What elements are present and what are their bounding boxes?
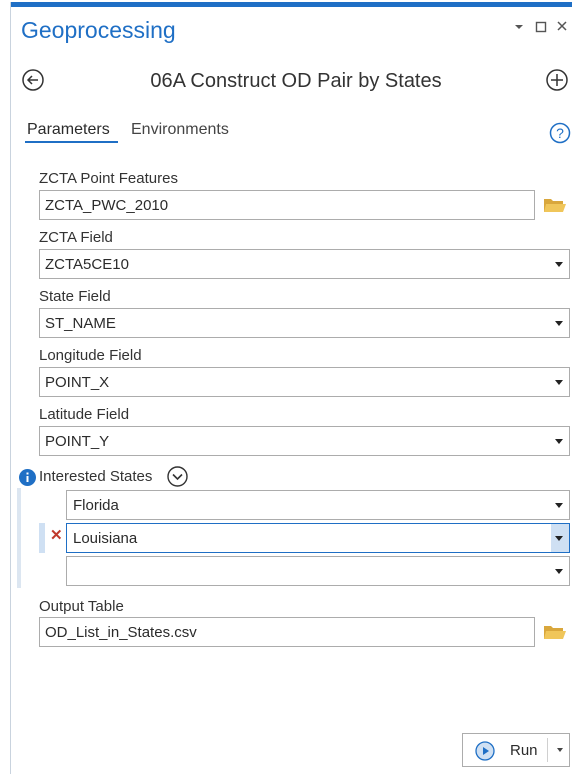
dropdown-caret-icon bbox=[555, 503, 563, 508]
dropdown-caret-icon bbox=[555, 321, 563, 326]
longitude-field-select[interactable]: POINT_X bbox=[39, 367, 570, 397]
latitude-field-value: POINT_Y bbox=[45, 433, 110, 450]
svg-text:?: ? bbox=[556, 125, 564, 141]
longitude-field-value: POINT_X bbox=[45, 374, 110, 391]
chevron-down-icon[interactable] bbox=[514, 19, 524, 35]
interested-state-row[interactable]: Florida bbox=[66, 490, 570, 520]
multivalue-group-bar bbox=[17, 488, 21, 588]
latitude-field-label: Latitude Field bbox=[39, 406, 130, 423]
dropdown-button[interactable] bbox=[551, 524, 569, 552]
zcta-field-label: ZCTA Field bbox=[39, 229, 113, 246]
interested-state-row-empty[interactable] bbox=[66, 556, 570, 586]
longitude-field-label: Longitude Field bbox=[39, 347, 142, 364]
run-label: Run bbox=[510, 742, 538, 759]
latitude-field-select[interactable]: POINT_Y bbox=[39, 426, 570, 456]
active-tab-indicator bbox=[25, 141, 118, 143]
dropdown-button[interactable] bbox=[551, 491, 569, 519]
row-selection-indicator bbox=[39, 523, 45, 553]
state-field-select[interactable]: ST_NAME bbox=[39, 308, 570, 338]
dropdown-caret-icon bbox=[555, 536, 563, 541]
state-field-label: State Field bbox=[39, 288, 111, 305]
remove-icon[interactable]: ✕ bbox=[50, 526, 63, 544]
pane-title: Geoprocessing bbox=[21, 17, 176, 43]
interested-state-value: Florida bbox=[73, 497, 119, 514]
state-field-value: ST_NAME bbox=[45, 315, 116, 332]
output-table-value: OD_List_in_States.csv bbox=[45, 624, 197, 641]
close-icon[interactable] bbox=[556, 19, 568, 35]
back-arrow-icon[interactable] bbox=[21, 68, 45, 92]
tab-environments[interactable]: Environments bbox=[131, 121, 229, 139]
zcta-field-value: ZCTA5CE10 bbox=[45, 256, 129, 273]
tool-title: 06A Construct OD Pair by States bbox=[150, 70, 442, 92]
folder-icon[interactable] bbox=[543, 622, 567, 642]
pane-left-edge bbox=[10, 2, 11, 774]
interested-states-label: Interested States bbox=[39, 468, 153, 485]
output-table-label: Output Table bbox=[39, 598, 124, 615]
dropdown-caret-icon bbox=[555, 380, 563, 385]
dropdown-button[interactable] bbox=[551, 557, 569, 585]
dropdown-caret-icon bbox=[555, 569, 563, 574]
run-options-chevron-icon[interactable] bbox=[557, 748, 563, 752]
plus-circle-icon[interactable] bbox=[545, 68, 569, 92]
info-icon[interactable] bbox=[19, 469, 36, 486]
pane-top-accent bbox=[10, 2, 572, 7]
zcta-point-features-input[interactable]: ZCTA_PWC_2010 bbox=[39, 190, 535, 220]
collapse-chevron-icon[interactable] bbox=[167, 466, 188, 487]
help-icon[interactable]: ? bbox=[549, 122, 571, 144]
dropdown-caret-icon bbox=[555, 439, 563, 444]
run-divider bbox=[547, 738, 548, 762]
play-icon bbox=[475, 741, 495, 761]
dropdown-caret-icon bbox=[555, 262, 563, 267]
output-table-input[interactable]: OD_List_in_States.csv bbox=[39, 617, 535, 647]
interested-state-row[interactable]: Louisiana bbox=[66, 523, 570, 553]
restore-icon[interactable] bbox=[535, 19, 547, 35]
zcta-point-features-value: ZCTA_PWC_2010 bbox=[45, 197, 169, 214]
zcta-point-features-label: ZCTA Point Features bbox=[39, 170, 178, 187]
zcta-field-select[interactable]: ZCTA5CE10 bbox=[39, 249, 570, 279]
run-button[interactable]: Run bbox=[462, 733, 570, 767]
geoprocessing-pane: Geoprocessing 06A Construct OD Pair by S… bbox=[0, 0, 572, 774]
folder-icon[interactable] bbox=[543, 195, 567, 215]
tab-parameters[interactable]: Parameters bbox=[27, 121, 110, 139]
interested-state-value: Louisiana bbox=[73, 530, 138, 547]
